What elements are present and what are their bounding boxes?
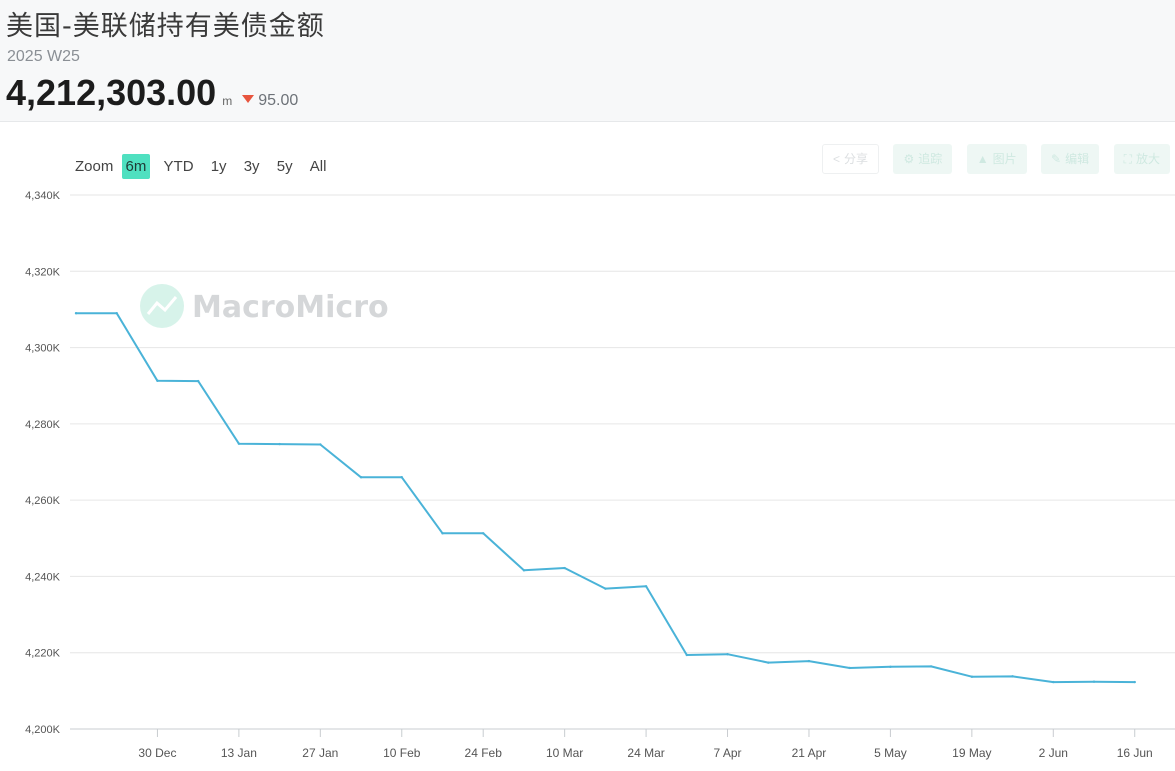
- data-point: [685, 653, 689, 657]
- data-point: [563, 566, 566, 570]
- expand-label: 放大: [1135, 152, 1160, 166]
- y-tick-label: 4,320K: [25, 266, 61, 278]
- watermark: MacroMicro: [140, 284, 389, 328]
- data-point: [115, 312, 118, 315]
- line-chart: MacroMicro 4,200K 4,220K 4,240K 4,260K 4,280…: [25, 190, 1175, 760]
- data-point: [929, 665, 933, 668]
- share-button[interactable]: < 分享: [821, 144, 879, 174]
- x-tick-label: 13 Jan: [221, 746, 257, 760]
- latest-value: 4,212,303.00: [6, 72, 217, 113]
- download-icon: ▲: [976, 152, 989, 166]
- change-value: 95.00: [258, 92, 299, 109]
- zoom-1y-button[interactable]: 1y: [207, 154, 231, 179]
- track-button[interactable]: ⚙ 追踪: [893, 144, 953, 174]
- x-tick-label: 7 Apr: [714, 746, 742, 760]
- x-tick-label: 5 May: [874, 746, 907, 760]
- share-icon: <: [832, 152, 840, 166]
- zoom-all-button[interactable]: All: [306, 154, 331, 179]
- x-tick-label: 27 Jan: [302, 746, 338, 760]
- x-tick-label: 30 Dec: [138, 746, 176, 760]
- data-point: [441, 532, 444, 535]
- gear-icon: ⚙: [903, 152, 915, 166]
- image-button[interactable]: ▲ 图片: [966, 144, 1027, 174]
- data-point: [482, 532, 485, 535]
- data-point: [1011, 675, 1014, 678]
- data-point: [400, 476, 403, 479]
- data-point: [237, 442, 241, 445]
- data-point: [767, 661, 770, 664]
- data-point: [726, 653, 729, 656]
- series-line: [76, 312, 1135, 684]
- data-point: [848, 666, 851, 670]
- x-axis-ticks: 30 Dec 13 Jan 27 Jan 10 Feb 24 Feb 10 Mar 24 M…: [138, 729, 1153, 760]
- edit-label: 编辑: [1065, 152, 1090, 166]
- series-layer: [74, 312, 1136, 684]
- x-tick-label: 21 Apr: [792, 746, 827, 760]
- data-point: [1092, 680, 1096, 683]
- expand-button[interactable]: ⛶ 放大: [1113, 144, 1170, 174]
- zoom-6m-button[interactable]: 6m: [121, 154, 151, 179]
- chart-toolbar: < 分享 ⚙ 追踪 ▲ 图片 ✎ 编辑 ⛶ 放大: [812, 144, 1170, 176]
- value-unit: m: [222, 94, 233, 108]
- data-point: [359, 476, 363, 479]
- zoom-5y-button[interactable]: 5y: [273, 154, 297, 179]
- y-tick-label: 4,240K: [25, 571, 61, 583]
- data-point: [522, 569, 526, 572]
- zoom-ytd-button[interactable]: YTD: [160, 154, 198, 179]
- x-tick-label: 2 Jun: [1039, 746, 1068, 760]
- zoom-selector: Zoom 6m YTD 1y 3y 5y All: [75, 154, 335, 180]
- y-tick-label: 4,260K: [25, 495, 61, 507]
- pencil-icon: ✎: [1051, 152, 1062, 166]
- y-tick-label: 4,280K: [25, 419, 61, 431]
- data-point: [970, 675, 974, 678]
- data-point: [196, 379, 200, 383]
- data-point: [807, 659, 811, 663]
- data-point: [604, 587, 607, 590]
- data-point: [1133, 680, 1136, 684]
- x-tick-label: 19 May: [952, 746, 991, 760]
- data-point: [74, 312, 78, 315]
- zoom-3y-button[interactable]: 3y: [240, 154, 264, 179]
- expand-icon: ⛶: [1123, 152, 1132, 166]
- data-point: [278, 442, 281, 446]
- x-tick-label: 16 Jun: [1117, 746, 1153, 760]
- x-tick-label: 24 Mar: [627, 746, 664, 760]
- y-tick-label: 4,220K: [25, 648, 61, 660]
- page-title: 美国-美联储持有美债金额: [6, 11, 325, 42]
- image-label: 图片: [992, 152, 1017, 166]
- zoom-label: Zoom: [75, 158, 114, 175]
- data-point: [889, 665, 892, 669]
- down-arrow-icon: [242, 95, 255, 103]
- y-axis-ticks: 4,200K 4,220K 4,240K 4,260K 4,280K 4,300K 4,32…: [25, 190, 61, 736]
- data-point: [1052, 680, 1055, 684]
- x-tick-label: 10 Feb: [383, 746, 421, 760]
- data-point: [156, 379, 159, 382]
- data-point: [644, 585, 648, 588]
- x-tick-label: 10 Mar: [546, 746, 583, 760]
- watermark-text: MacroMicro: [192, 290, 389, 325]
- y-tick-label: 4,300K: [25, 343, 61, 355]
- y-tick-label: 4,340K: [25, 190, 61, 202]
- y-tick-label: 4,200K: [25, 724, 61, 736]
- edit-button[interactable]: ✎ 编辑: [1041, 144, 1100, 174]
- period-label: 2025 W25: [7, 48, 80, 65]
- share-label: 分享: [843, 152, 868, 166]
- data-point: [319, 443, 322, 446]
- value-row: 4,212,303.00 m 95.00: [6, 72, 299, 113]
- x-tick-label: 24 Feb: [465, 746, 503, 760]
- track-label: 追踪: [918, 152, 943, 166]
- grid-lines: [70, 194, 1175, 730]
- header: 美国-美联储持有美债金额 2025 W25 4,212,303.00 m 95.00: [0, 0, 1175, 122]
